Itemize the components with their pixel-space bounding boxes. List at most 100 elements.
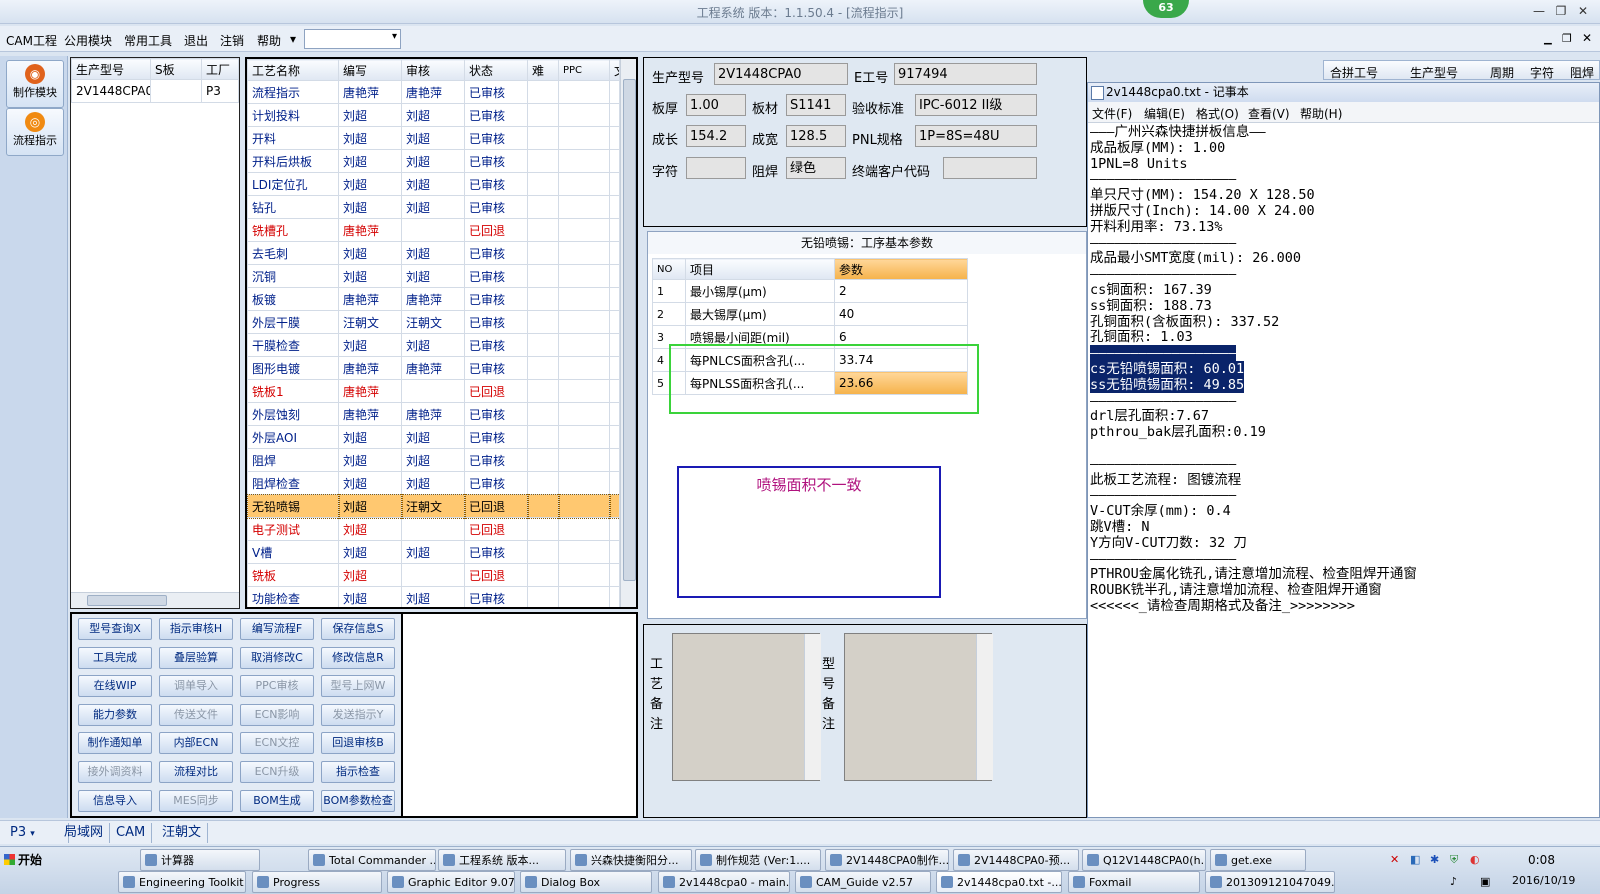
col-reviewer[interactable]: 审核 [401, 59, 465, 81]
col-author[interactable]: 编写 [338, 59, 402, 81]
customer-field[interactable] [943, 157, 1037, 179]
e-no-field[interactable]: 917494 [894, 63, 1037, 85]
table-row[interactable]: 流程指示 唐艳萍 唐艳萍 已审核 [247, 80, 620, 104]
table-row[interactable]: 功能检查 刘超 刘超 已审核 [247, 586, 620, 607]
make-module-button[interactable]: ◉ 制作模块 [6, 60, 64, 108]
notepad-title-bar[interactable]: 2v1448cpa0.txt - 记事本 [1088, 83, 1599, 102]
note-box[interactable]: 喷锡面积不一致 [677, 466, 941, 598]
standard-field[interactable]: IPC-6012 II级 [915, 94, 1037, 116]
notepad-text-area[interactable]: ———广州兴森快捷拼板信息—— 成品板厚(MM): 1.00 1PNL=8 Unit… [1090, 124, 1417, 615]
tray-app-icon[interactable]: ◐ [1470, 853, 1480, 866]
tray-volume-icon[interactable]: ♪ [1450, 875, 1457, 888]
mdi-minimize-icon[interactable]: ▁ [1544, 34, 1552, 45]
action-button-4-3[interactable]: 回退审核B [321, 732, 395, 755]
action-button-2-3[interactable]: 型号上网W [321, 675, 395, 698]
h-scrollbar[interactable] [71, 592, 239, 608]
table-row[interactable]: 钻孔 刘超 刘超 已审核 [247, 195, 620, 219]
action-button-0-0[interactable]: 型号查询X [78, 618, 152, 640]
table-row[interactable]: 外层蚀刻 唐艳萍 唐艳萍 已审核 [247, 402, 620, 426]
taskbar-item[interactable]: 201309121047049... [1205, 871, 1335, 893]
table-row[interactable]: V槽 刘超 刘超 已审核 [247, 540, 620, 564]
menu-tools[interactable]: 常用工具 [124, 32, 172, 49]
taskbar-item[interactable]: 制作规范 (Ver:1.... [695, 849, 821, 871]
notepad-window[interactable]: 2v1448cpa0.txt - 记事本 文件(F) 编辑(E) 格式(O) 查… [1087, 82, 1600, 818]
table-row[interactable]: 去毛刺 刘超 刘超 已审核 [247, 241, 620, 265]
table-row[interactable]: 图形电镀 唐艳萍 唐艳萍 已审核 [247, 356, 620, 380]
col-mask[interactable]: 阻焊 [1570, 64, 1594, 81]
action-button-5-1[interactable]: 流程对比 [159, 761, 233, 783]
menu-cam[interactable]: CAM工程 [6, 32, 57, 49]
process-remark-textarea[interactable] [672, 633, 821, 781]
table-row[interactable]: 阻焊检查 刘超 刘超 已审核 [247, 471, 620, 495]
taskbar-item[interactable]: CAM_Guide v2.57 [795, 871, 931, 893]
action-button-5-3[interactable]: 指示检查 [321, 761, 395, 783]
action-button-5-2[interactable]: ECN升级 [240, 761, 314, 783]
notepad-menu-view[interactable]: 查看(V) [1248, 105, 1290, 122]
col-process-name[interactable]: 工艺名称 [247, 59, 339, 81]
table-row[interactable]: 无铅喷锡 刘超 汪朝文 已回退 [247, 493, 621, 519]
col-cycle[interactable]: 周期 [1490, 64, 1514, 81]
length-field[interactable]: 154.2 [686, 125, 746, 147]
tray-shield-icon[interactable]: ⛨ [1450, 853, 1458, 867]
menu-help[interactable]: 帮助 [257, 32, 281, 49]
tray-bluetooth-icon[interactable]: ✱ [1430, 853, 1439, 866]
notepad-menu-format[interactable]: 格式(O) [1196, 105, 1239, 122]
table-row[interactable]: 2 最大锡厚(μm) 40 [652, 302, 968, 326]
col-right-model[interactable]: 生产型号 [1410, 64, 1458, 81]
table-row[interactable]: 开料 刘超 刘超 已审核 [247, 126, 620, 150]
status-tab-lan[interactable]: 局域网 [58, 823, 111, 843]
action-button-4-0[interactable]: 制作通知单 [78, 732, 152, 755]
col-s-board[interactable]: S板 [150, 58, 202, 80]
char-field[interactable] [686, 157, 746, 179]
width-field[interactable]: 128.5 [786, 125, 846, 147]
process-remark-scrollbar[interactable] [804, 634, 821, 780]
col-item[interactable]: 项目 [685, 258, 835, 280]
action-button-0-3[interactable]: 保存信息S [321, 618, 395, 640]
flow-instruction-button[interactable]: ◎ 流程指示 [6, 108, 64, 156]
table-row[interactable]: 开料后烘板 刘超 刘超 已审核 [247, 149, 620, 173]
action-button-2-0[interactable]: 在线WIP [78, 675, 152, 698]
col-status[interactable]: 状态 [464, 59, 528, 81]
material-field[interactable]: S1141 [786, 94, 846, 116]
action-button-3-1[interactable]: 传送文件 [159, 703, 233, 726]
taskbar-item[interactable]: Total Commander ... [308, 849, 436, 871]
action-button-4-2[interactable]: ECN文控 [240, 732, 314, 755]
action-button-1-2[interactable]: 取消修改C [240, 646, 314, 669]
col-ppc[interactable]: PPC [558, 59, 610, 81]
menu-common-modules[interactable]: 公用模块 [64, 32, 112, 49]
table-row[interactable]: 1 最小锡厚(μm) 2 [652, 279, 968, 303]
taskbar-item[interactable]: 2v1448cpa0 - main... [658, 871, 790, 893]
tray-close-icon[interactable]: ✕ [1390, 853, 1399, 866]
table-row[interactable]: 铣板 刘超 已回退 [247, 563, 620, 587]
table-row[interactable]: 电子测试 刘超 已回退 [247, 517, 620, 541]
table-row[interactable]: 板镀 唐艳萍 唐艳萍 已审核 [247, 287, 620, 311]
table-row[interactable]: LDI定位孔 刘超 刘超 已审核 [247, 172, 620, 196]
clock-time[interactable]: 0:08 [1528, 853, 1555, 867]
close-button[interactable]: ✕ [1574, 3, 1592, 19]
taskbar-item[interactable]: 计算器 [140, 849, 260, 871]
col-no[interactable]: NO [652, 258, 686, 280]
col-difficulty[interactable]: 难 [527, 59, 559, 81]
col-char[interactable]: 字符 [1530, 64, 1554, 81]
notepad-menu-help[interactable]: 帮助(H) [1300, 105, 1342, 122]
notepad-menu-file[interactable]: 文件(F) [1092, 105, 1132, 122]
taskbar-item[interactable]: Foxmail [1068, 871, 1200, 893]
table-row[interactable]: 阻焊 刘超 刘超 已审核 [247, 448, 620, 472]
action-button-2-2[interactable]: PPC审核 [240, 675, 314, 698]
action-button-1-3[interactable]: 修改信息R [321, 646, 395, 669]
table-row[interactable]: 外层AOI 刘超 刘超 已审核 [247, 425, 620, 449]
taskbar-item[interactable]: Dialog Box [520, 871, 652, 893]
action-button-6-2[interactable]: BOM生成 [240, 789, 314, 812]
col-model[interactable]: 生产型号 [71, 58, 151, 80]
action-button-6-1[interactable]: MES同步 [159, 789, 233, 812]
clock-date[interactable]: 2016/10/19 [1512, 874, 1575, 887]
action-button-1-0[interactable]: 工具完成 [78, 646, 152, 669]
action-button-6-3[interactable]: BOM参数检查 [321, 789, 395, 812]
taskbar-item[interactable]: 2V1448CPA0制作... [825, 849, 949, 871]
menu-overflow-arrow[interactable]: ▾ [290, 32, 296, 46]
menu-exit[interactable]: 退出 [184, 32, 208, 49]
h-scroll-thumb[interactable] [87, 595, 167, 606]
taskbar-item[interactable]: 2v1448cpa0.txt -... [936, 871, 1062, 893]
action-button-4-1[interactable]: 内部ECN [159, 732, 233, 755]
restore-button[interactable]: ❐ [1552, 3, 1570, 19]
